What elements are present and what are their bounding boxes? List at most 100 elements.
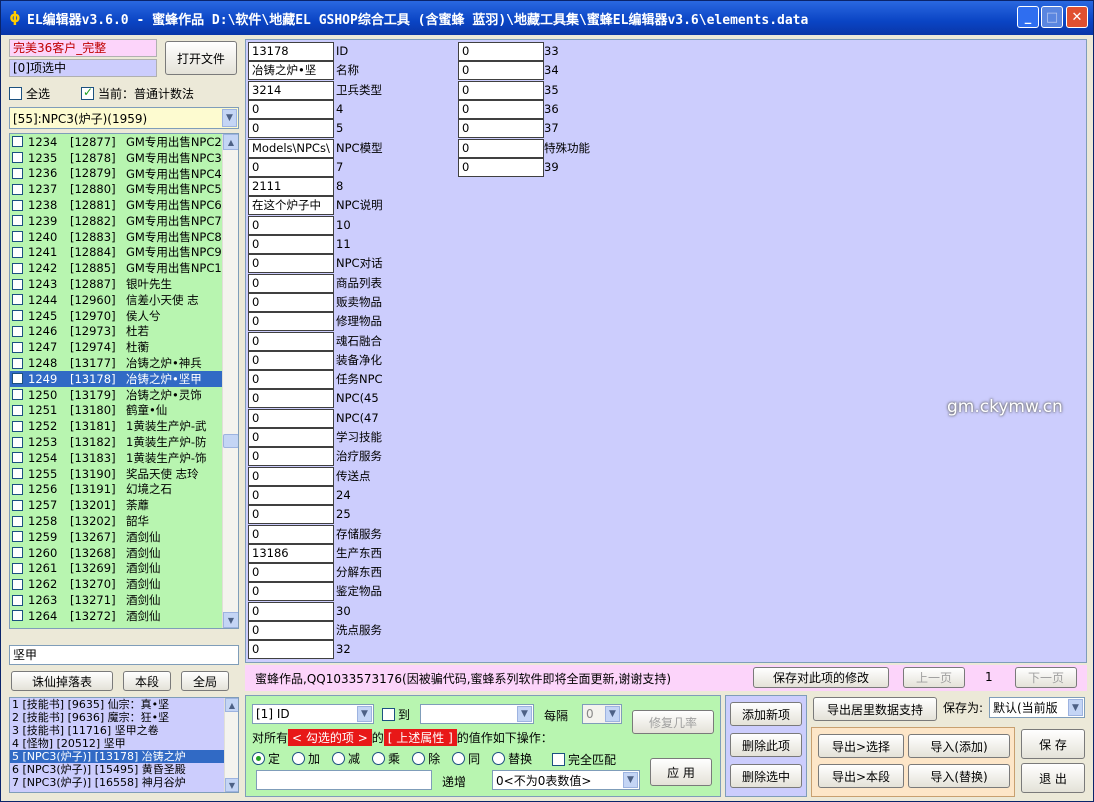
to-combo-chevron-down-icon[interactable]: ▼ xyxy=(517,706,532,722)
field-value-input[interactable]: 2111 xyxy=(248,177,334,197)
field-value-input[interactable]: 0 xyxy=(248,621,334,640)
search-results[interactable]: 1 [技能书] [9635] 仙宗：真•坚 2 [技能书] [9636] 魔宗：狂… xyxy=(9,697,239,793)
field-value-input[interactable]: 0 xyxy=(248,370,334,390)
list-item-checkbox[interactable] xyxy=(12,357,23,369)
to-checkbox[interactable]: 到 xyxy=(382,706,410,723)
list-item[interactable]: 1238 [12881] GM专用出售NPC6 xyxy=(10,197,238,213)
export-support-button[interactable]: 导出居里数据支持 xyxy=(813,697,937,721)
list-item-checkbox[interactable] xyxy=(12,199,23,211)
prev-page-button[interactable]: 上一页 xyxy=(903,667,965,688)
list-item-checkbox[interactable] xyxy=(12,231,23,243)
list-item-checkbox[interactable] xyxy=(12,310,23,322)
maximize-button[interactable]: □ xyxy=(1041,6,1063,28)
field-value-input[interactable]: 0 xyxy=(248,447,334,467)
operation-radio-button[interactable] xyxy=(452,752,466,765)
operation-radio-button[interactable] xyxy=(492,752,506,765)
list-item[interactable]: 1241 [12884] GM专用出售NPC9 xyxy=(10,245,238,261)
field-value-input[interactable]: 0 xyxy=(458,138,544,158)
field-value-input[interactable]: 0 xyxy=(248,505,334,525)
field-value-input[interactable]: 0 xyxy=(248,312,334,332)
field-value-input[interactable]: 0 xyxy=(458,99,544,119)
field-value-input[interactable]: 0 xyxy=(248,582,334,602)
field-value-input[interactable]: 0 xyxy=(248,350,334,370)
field-value-input[interactable]: 0 xyxy=(248,601,334,621)
search-result-item[interactable]: 3 [技能书] [11716] 坚甲之卷 xyxy=(10,724,238,737)
list-item-checkbox[interactable] xyxy=(12,294,23,306)
list-item[interactable]: 1264 [13272] 酒剑仙 xyxy=(10,608,238,624)
field-value-input[interactable]: 0 xyxy=(248,408,334,428)
list-item-checkbox[interactable] xyxy=(12,578,23,590)
every-combo[interactable]: 0 ▼ xyxy=(582,704,622,724)
list-item-checkbox[interactable] xyxy=(12,136,23,148)
item-list[interactable]: 1234 [12877] GM专用出售NPC2 1235 [12878] GM专用出售NP… xyxy=(9,133,239,629)
list-item-checkbox[interactable] xyxy=(12,515,23,527)
list-item[interactable]: 1248 [13177] 冶铸之炉•神兵 xyxy=(10,355,238,371)
results-scroll-up-icon[interactable]: ▲ xyxy=(225,698,238,712)
current-mode-checkbox[interactable]: 当前：普通计数法 xyxy=(81,85,194,102)
field-value-input[interactable]: 0 xyxy=(248,524,334,544)
list-item[interactable]: 1242 [12885] GM专用出售NPC1 xyxy=(10,260,238,276)
field-value-input[interactable]: 0 xyxy=(458,61,544,81)
list-item-checkbox[interactable] xyxy=(12,547,23,559)
search-result-item[interactable]: 5 [NPC3(炉子)] [13178] 冶铸之炉 xyxy=(10,750,238,763)
export-section-button[interactable]: 导出>本段 xyxy=(818,764,904,788)
list-item[interactable]: 1250 [13179] 冶铸之炉•灵饰 xyxy=(10,387,238,403)
list-item-checkbox[interactable] xyxy=(12,610,23,622)
increment-combo[interactable]: 0<不为0表数值> ▼ xyxy=(492,770,640,790)
select-all-box[interactable] xyxy=(9,87,22,100)
list-item[interactable]: 1252 [13181] 1黄装生产炉-武 xyxy=(10,418,238,434)
search-input[interactable]: 坚甲 xyxy=(9,645,239,665)
list-item[interactable]: 1235 [12878] GM专用出售NPC3 xyxy=(10,150,238,166)
save-button[interactable]: 保 存 xyxy=(1021,729,1085,759)
field-value-input[interactable]: 0 xyxy=(458,42,544,61)
increment-chevron-down-icon[interactable]: ▼ xyxy=(623,772,638,788)
results-scroll-down-icon[interactable]: ▼ xyxy=(225,778,238,792)
scroll-thumb[interactable] xyxy=(223,434,238,448)
open-file-button[interactable]: 打开文件 xyxy=(165,41,237,75)
operation-radio-button[interactable] xyxy=(292,752,306,765)
save-item-button[interactable]: 保存对此项的修改 xyxy=(753,667,889,688)
scroll-up-icon[interactable]: ▲ xyxy=(223,134,238,150)
list-item[interactable]: 1259 [13267] 酒剑仙 xyxy=(10,529,238,545)
field-value-input[interactable]: 在这个炉子中 xyxy=(248,196,334,216)
operation-radio-button[interactable] xyxy=(332,752,346,765)
field-value-input[interactable]: 0 xyxy=(248,273,334,293)
list-item-checkbox[interactable] xyxy=(12,483,23,495)
list-item[interactable]: 1261 [13269] 酒剑仙 xyxy=(10,561,238,577)
list-item[interactable]: 1246 [12973] 杜若 xyxy=(10,324,238,340)
list-item-checkbox[interactable] xyxy=(12,325,23,337)
list-item-checkbox[interactable] xyxy=(12,215,23,227)
field-value-input[interactable]: 3214 xyxy=(248,80,334,100)
field-value-input[interactable]: 0 xyxy=(458,80,544,100)
exact-match-box[interactable] xyxy=(552,753,565,766)
list-item[interactable]: 1263 [13271] 酒剑仙 xyxy=(10,592,238,608)
list-item-checkbox[interactable] xyxy=(12,531,23,543)
operation-radio-button[interactable] xyxy=(412,752,426,765)
search-result-item[interactable]: 4 [怪物] [20512] 坚甲 xyxy=(10,737,238,750)
field-value-input[interactable]: 13186 xyxy=(248,543,334,563)
field-value-input[interactable]: 0 xyxy=(248,563,334,583)
to-box[interactable] xyxy=(382,708,395,721)
field-value-input[interactable]: 0 xyxy=(248,99,334,119)
close-button[interactable]: ✕ xyxy=(1066,6,1088,28)
operation-radio[interactable]: 除 xyxy=(412,750,440,767)
field-value-input[interactable]: 13178 xyxy=(248,42,334,61)
list-item-checkbox[interactable] xyxy=(12,167,23,179)
to-combo[interactable]: ▼ xyxy=(420,704,534,724)
operation-radio-button[interactable] xyxy=(252,752,265,765)
list-item[interactable]: 1251 [13180] 鹤童•仙 xyxy=(10,403,238,419)
save-as-chevron-down-icon[interactable]: ▼ xyxy=(1068,699,1083,716)
list-item-checkbox[interactable] xyxy=(12,341,23,353)
list-item-checkbox[interactable] xyxy=(12,152,23,164)
list-item-checkbox[interactable] xyxy=(12,404,23,416)
list-item[interactable]: 1255 [13190] 奖品天使 志玲 xyxy=(10,466,238,482)
delete-item-button[interactable]: 删除此项 xyxy=(730,733,802,757)
field-value-input[interactable]: 0 xyxy=(248,331,334,351)
field-value-input[interactable]: 0 xyxy=(248,428,334,447)
delete-selected-button[interactable]: 删除选中 xyxy=(730,764,802,788)
list-item[interactable]: 1258 [13202] 韶华 xyxy=(10,513,238,529)
every-combo-chevron-down-icon[interactable]: ▼ xyxy=(605,706,620,722)
search-result-item[interactable]: 6 [NPC3(炉子)] [15495] 黄昏圣殿 xyxy=(10,763,238,776)
list-item-checkbox[interactable] xyxy=(12,594,23,606)
list-item[interactable]: 1249 [13178] 冶铸之炉•坚甲 xyxy=(10,370,238,387)
